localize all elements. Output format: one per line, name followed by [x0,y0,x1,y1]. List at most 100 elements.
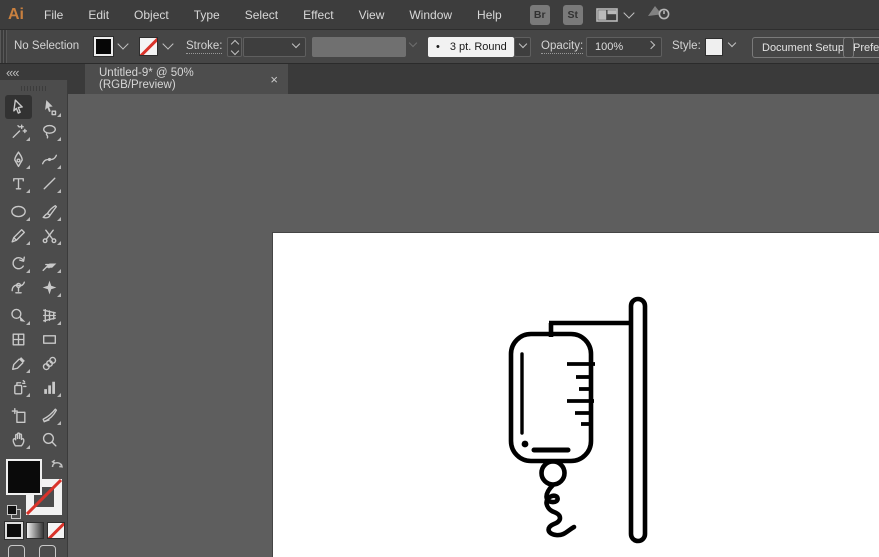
menu-file[interactable]: File [42,8,65,22]
document-tab-bar: «« Untitled-9* @ 50% (RGB/Preview) × [0,64,879,94]
magic-wand-tool[interactable] [5,119,32,143]
workspace-switcher-icon[interactable] [596,7,633,23]
brush-definition-field[interactable]: • 3 pt. Round [428,37,514,57]
stock-button[interactable]: St [563,5,583,25]
ellipse-tool[interactable] [5,199,32,223]
line-segment-tool[interactable] [36,171,63,195]
pen-tool[interactable] [5,147,32,171]
style-label: Style: [672,40,701,52]
color-mode-button[interactable] [5,522,23,539]
stroke-weight-select[interactable] [243,37,306,57]
opacity-label[interactable]: Opacity: [541,40,583,54]
select-chevron-icon[interactable] [292,40,300,48]
selection-tool[interactable] [5,95,32,119]
gradient-tool[interactable] [36,327,63,351]
preferences-button[interactable]: Preferences [843,37,879,58]
menu-window[interactable]: Window [407,8,454,22]
mini-fill-square [7,505,17,515]
direct-selection-tool[interactable] [36,95,63,119]
rotate-tool[interactable] [5,251,32,275]
iv-bag-dot [522,441,529,448]
curvature-tool[interactable] [36,147,63,171]
brush-chevron-icon[interactable] [519,40,527,48]
type-tool[interactable] [5,171,32,195]
menu-object[interactable]: Object [132,8,171,22]
brush-name: 3 pt. Round [450,41,507,53]
scissors-tool[interactable] [36,223,63,247]
brush-select-button[interactable] [514,37,531,57]
canvas-pasteboard[interactable] [68,94,879,557]
workspace-chevron-icon[interactable] [623,7,634,18]
stroke-weight-stepper[interactable] [227,37,242,57]
style-swatch[interactable] [705,38,723,56]
tab-close-icon[interactable]: × [270,72,278,87]
artboard[interactable] [272,232,879,557]
style-chevron-icon[interactable] [728,39,736,47]
control-bar-grip[interactable] [0,30,7,63]
gpu-performance-icon[interactable] [646,2,672,27]
lasso-tool[interactable] [36,119,63,143]
color-mode-buttons [5,522,65,539]
column-graph-tool[interactable] [36,375,63,399]
menu-effect[interactable]: Effect [301,8,335,22]
eyedropper-tool[interactable] [5,351,32,375]
menu-bar: Ai File Edit Object Type Select Effect V… [0,0,879,30]
menu-type[interactable]: Type [192,8,222,22]
scale-tool[interactable] [36,251,63,275]
zoom-tool[interactable] [36,427,63,451]
gradient-mode-button[interactable] [26,522,44,539]
iv-drip-bag-artwork[interactable] [273,233,879,557]
panel-grip[interactable] [21,86,47,91]
illustrator-logo: Ai [8,6,24,24]
pencil-tool[interactable] [5,223,32,247]
stroke-chevron-icon[interactable] [162,38,173,49]
collapse-panel-icon[interactable]: «« [6,65,18,80]
blend-tool[interactable] [36,351,63,375]
mesh-tool[interactable] [5,327,32,351]
default-fill-stroke-icon[interactable] [7,505,21,519]
fill-stroke-cluster [0,457,68,557]
artboard-tool[interactable] [5,403,32,427]
document-tab[interactable]: Untitled-9* @ 50% (RGB/Preview) × [85,64,288,94]
stroke-weight-label[interactable]: Stroke: [186,40,222,54]
opacity-arrow-icon[interactable] [647,41,655,49]
app-bar-buttons: Br St [530,2,672,27]
width-profile-select [312,37,406,57]
drawing-mode-buttons [8,545,56,557]
document-setup-button[interactable]: Document Setup [752,37,854,58]
puppet-warp-tool[interactable] [5,275,32,299]
stroke-color-swatch[interactable] [139,37,158,56]
hand-tool[interactable] [5,427,32,451]
fill-chevron-icon[interactable] [117,38,128,49]
brush-preview-dot: • [436,41,440,53]
fill-color-swatch[interactable] [94,37,113,56]
iv-tube [546,485,574,535]
menu-edit[interactable]: Edit [86,8,111,22]
bridge-button[interactable]: Br [530,5,550,25]
symbol-sprayer-tool[interactable] [5,375,32,399]
none-diagonal [47,522,65,539]
paintbrush-tool[interactable] [36,199,63,223]
drawing-mode-button[interactable] [8,545,25,557]
none-mode-button[interactable] [47,522,65,539]
menu-view[interactable]: View [357,8,387,22]
opacity-field[interactable]: 100% [586,37,662,57]
perspective-grid-tool[interactable] [36,303,63,327]
free-transform-tool[interactable] [36,275,63,299]
document-tab-title: Untitled-9* @ 50% (RGB/Preview) [99,67,270,91]
drawing-mode-button[interactable] [39,545,56,557]
stepper-down-icon[interactable] [230,46,238,54]
slice-tool[interactable] [36,403,63,427]
shape-builder-tool[interactable] [5,303,32,327]
menu-select[interactable]: Select [243,8,280,22]
iv-stand-pole [631,299,645,541]
tools-panel [0,80,68,557]
fill-swatch-indicator[interactable] [6,459,42,495]
menu-help[interactable]: Help [475,8,504,22]
none-diagonal [139,37,158,56]
main-menu: File Edit Object Type Select Effect View… [42,8,504,22]
selection-status: No Selection [14,40,79,52]
control-bar: No Selection Stroke: • 3 pt. Round Opaci… [0,30,879,64]
width-profile-chevron-icon [409,39,417,47]
swap-fill-stroke-icon[interactable] [50,457,65,475]
